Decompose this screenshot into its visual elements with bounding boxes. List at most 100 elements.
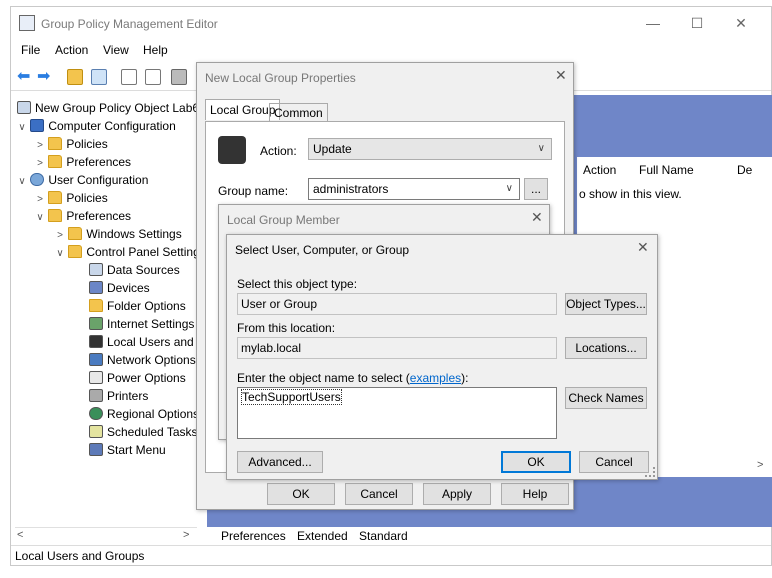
regional-options-icon — [89, 407, 103, 420]
show-hide-tree-icon[interactable] — [91, 69, 107, 85]
tree-item-user-preferences[interactable]: ∨ Preferences — [35, 207, 131, 225]
chevron-down-icon[interactable]: ∨ — [17, 173, 27, 191]
tree-item-windows-settings[interactable]: > Windows Settings — [55, 225, 182, 243]
object-name-label: Enter the object name to select (example… — [237, 371, 469, 385]
chevron-down-icon: ∨ — [505, 183, 513, 194]
back-arrow-icon[interactable]: ⬅ — [17, 69, 30, 85]
tree-item-data-sources[interactable]: Data Sources — [89, 261, 180, 279]
tree-item-computer-preferences[interactable]: > Preferences — [35, 153, 131, 171]
navigation-tree: New Group Policy Object Lab6 [ ∨ Compute… — [11, 95, 199, 527]
object-type-label: Select this object type: — [237, 277, 358, 291]
menu-view[interactable]: View — [103, 43, 129, 57]
tree-item-start-menu[interactable]: Start Menu — [89, 441, 166, 459]
help-button[interactable]: Help — [501, 483, 569, 505]
chevron-down-icon: ∨ — [537, 143, 545, 154]
object-type-field: User or Group — [237, 293, 557, 315]
tree-item-regional-options[interactable]: Regional Options — [89, 405, 199, 423]
locations-button[interactable]: Locations... — [565, 337, 647, 359]
power-options-icon — [89, 371, 103, 384]
tree-item-folder-options[interactable]: Folder Options — [89, 297, 186, 315]
forward-arrow-icon[interactable]: ➡ — [37, 69, 50, 85]
menu-file[interactable]: File — [21, 43, 40, 57]
select-user-computer-group-dialog: Select User, Computer, or Group ✕ Select… — [226, 234, 658, 480]
tab-standard[interactable]: Standard — [359, 529, 408, 543]
folder-icon — [48, 155, 63, 168]
advanced-button[interactable]: Advanced... — [237, 451, 323, 473]
action-dropdown[interactable]: Update ∨ — [308, 138, 552, 160]
ok-button[interactable]: OK — [501, 451, 571, 473]
printers-icon — [89, 389, 103, 402]
close-icon[interactable]: ✕ — [637, 239, 649, 256]
examples-link[interactable]: examples — [410, 371, 461, 385]
internet-settings-icon — [89, 317, 103, 330]
scheduled-tasks-icon — [89, 425, 103, 438]
folder-icon — [68, 227, 83, 240]
tree-item-devices[interactable]: Devices — [89, 279, 150, 297]
close-icon[interactable]: ✕ — [531, 209, 543, 226]
devices-icon — [89, 281, 103, 294]
tree-item-network-options[interactable]: Network Options — [89, 351, 196, 369]
chevron-down-icon[interactable]: ∨ — [17, 119, 27, 137]
app-icon — [19, 15, 35, 31]
menu-action[interactable]: Action — [55, 43, 88, 57]
close-icon[interactable]: ✕ — [555, 67, 567, 84]
print-icon[interactable] — [171, 69, 187, 85]
folder-icon — [48, 191, 63, 204]
column-header-action[interactable]: Action — [583, 163, 616, 177]
chevron-down-icon[interactable]: ∨ — [35, 209, 45, 227]
dialog-title: Select User, Computer, or Group — [235, 243, 410, 257]
folder-options-icon — [89, 299, 103, 312]
scroll-right-icon[interactable]: > — [757, 459, 763, 471]
empty-view-text: o show in this view. — [579, 187, 682, 201]
tree-item-printers[interactable]: Printers — [89, 387, 148, 405]
apply-button[interactable]: Apply — [423, 483, 491, 505]
maximize-icon[interactable]: ☐ — [687, 15, 707, 32]
ok-button[interactable]: OK — [267, 483, 335, 505]
tab-common[interactable]: Common — [269, 103, 328, 122]
tab-preferences[interactable]: Preferences — [221, 529, 286, 543]
menu-bar: File Action View Help — [11, 43, 771, 63]
tree-item-user-policies[interactable]: > Policies — [35, 189, 108, 207]
cancel-button[interactable]: Cancel — [579, 451, 649, 473]
tree-item-user-configuration[interactable]: ∨ User Configuration — [17, 171, 148, 189]
object-name-input[interactable]: TechSupportUsers — [237, 387, 557, 439]
dialog-title: Local Group Member — [227, 213, 340, 227]
column-header-full-name[interactable]: Full Name — [639, 163, 694, 177]
status-text: Local Users and Groups — [15, 549, 145, 563]
tree-item-control-panel-settings[interactable]: ∨ Control Panel Setting — [55, 243, 199, 261]
computer-icon — [30, 119, 45, 132]
tree-item-internet-settings[interactable]: Internet Settings — [89, 315, 194, 333]
status-bar: Local Users and Groups — [11, 545, 771, 565]
resize-grip-icon[interactable] — [645, 467, 655, 477]
object-types-button[interactable]: Object Types... — [565, 293, 647, 315]
scroll-left-icon[interactable]: < — [17, 529, 23, 541]
paste-icon[interactable] — [145, 69, 161, 85]
menu-help[interactable]: Help — [143, 43, 168, 57]
scroll-right-icon[interactable]: > — [183, 529, 189, 541]
check-names-button[interactable]: Check Names — [565, 387, 647, 409]
tree-item-gpo-root[interactable]: New Group Policy Object Lab6 [ — [17, 99, 199, 117]
browse-group-button[interactable]: ... — [524, 178, 548, 200]
close-icon[interactable]: ✕ — [731, 15, 751, 32]
title-bar: Group Policy Management Editor — ☐ ✕ — [11, 7, 771, 39]
tree-item-local-users-and-groups[interactable]: Local Users and G — [89, 333, 199, 351]
data-sources-icon — [89, 263, 103, 276]
local-users-icon — [89, 335, 103, 348]
up-folder-icon[interactable] — [67, 69, 83, 85]
tree-item-power-options[interactable]: Power Options — [89, 369, 186, 387]
tree-item-computer-configuration[interactable]: ∨ Computer Configuration — [17, 117, 176, 135]
local-group-icon — [218, 136, 246, 164]
tree-item-scheduled-tasks[interactable]: Scheduled Tasks — [89, 423, 198, 441]
control-panel-icon — [68, 245, 83, 258]
action-label: Action: — [260, 144, 297, 158]
chevron-down-icon[interactable]: ∨ — [55, 245, 65, 263]
user-icon — [30, 173, 45, 186]
column-header-description[interactable]: De — [737, 163, 752, 177]
copy-icon[interactable] — [121, 69, 137, 85]
group-name-combo[interactable]: administrators ∨ — [308, 178, 520, 200]
tree-horizontal-scrollbar[interactable]: < > — [15, 527, 197, 543]
tab-extended[interactable]: Extended — [297, 529, 348, 543]
minimize-icon[interactable]: — — [643, 15, 663, 31]
cancel-button[interactable]: Cancel — [345, 483, 413, 505]
tree-item-computer-policies[interactable]: > Policies — [35, 135, 108, 153]
